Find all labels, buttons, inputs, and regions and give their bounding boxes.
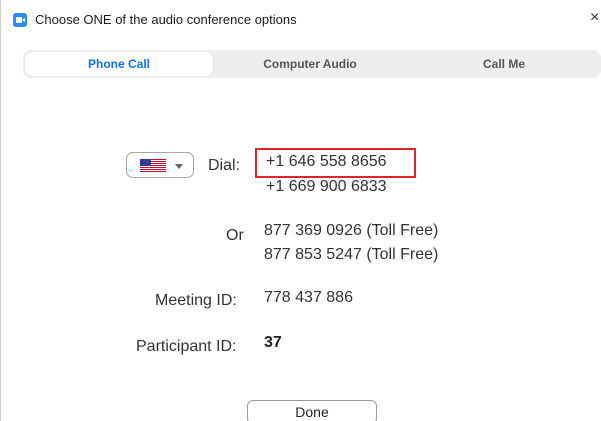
- meeting-id-label: Meeting ID:: [155, 292, 237, 309]
- or-label: Or: [226, 227, 244, 244]
- toll-free-number-1: 877 369 0926 (Toll Free): [264, 222, 439, 239]
- country-select[interactable]: [126, 152, 194, 178]
- tab-call-me[interactable]: Call Me: [411, 52, 597, 76]
- dial-label: Dial:: [208, 157, 241, 174]
- title-bar: Choose ONE of the audio conference optio…: [1, 0, 601, 38]
- window-title: Choose ONE of the audio conference optio…: [35, 12, 297, 27]
- highlight-box: [255, 148, 416, 178]
- participant-id-label: Participant ID:: [136, 338, 237, 355]
- zoom-app-icon: [13, 13, 27, 27]
- dial-number-2: +1 669 900 6833: [266, 178, 387, 195]
- toll-free-number-2: 877 853 5247 (Toll Free): [264, 246, 439, 263]
- us-flag-icon: [140, 159, 166, 172]
- tab-phone-call[interactable]: Phone Call: [25, 52, 213, 76]
- done-button[interactable]: Done: [247, 400, 377, 421]
- tab-computer-audio[interactable]: Computer Audio: [218, 52, 402, 76]
- audio-options-dialog: Choose ONE of the audio conference optio…: [0, 0, 601, 421]
- participant-id-value: 37: [264, 334, 282, 351]
- close-icon[interactable]: ×: [590, 9, 601, 27]
- meeting-id-value: 778 437 886: [264, 289, 353, 306]
- chevron-down-icon: [175, 164, 183, 169]
- audio-option-tabs: Phone Call Computer Audio Call Me: [23, 50, 601, 78]
